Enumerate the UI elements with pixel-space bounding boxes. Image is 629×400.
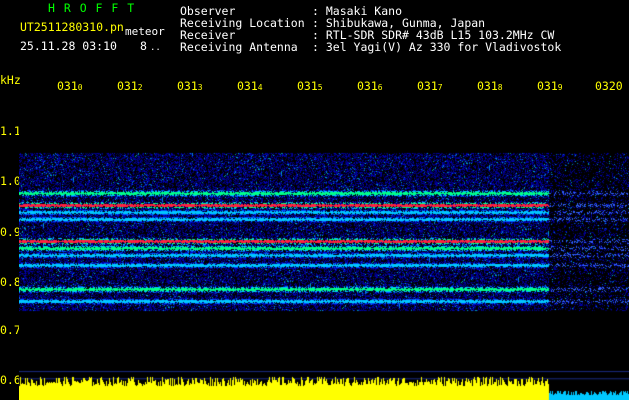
x-tick-0319: 0319: [537, 79, 563, 93]
y-tick-0-7: 0.7: [0, 323, 21, 337]
x-tick-0317: 0317: [417, 79, 443, 93]
x-tick-0310: 0310: [57, 79, 83, 93]
x-tick-0315: 0315: [297, 79, 323, 93]
antenna-label: Receiving Antenna: [180, 40, 298, 54]
y-tick-0-9: 0.9: [0, 225, 21, 239]
y-tick-1-0: 1.0: [0, 174, 21, 188]
x-tick-0316: 0316: [357, 79, 383, 93]
extra-label: 8: [140, 39, 147, 53]
y-tick-1-1: 1.1: [0, 124, 21, 138]
x-tick-0312: 0312: [117, 79, 143, 93]
datetime-label: 25.11.28 03:10: [20, 39, 117, 53]
antenna-value: : 3el Yagi(V) Az 330 for Vladivostok: [312, 40, 562, 54]
y-tick-0-8: 0.8: [0, 275, 21, 289]
filename-label: UT2511280310.pn: [20, 20, 124, 34]
station-title: H R O F F T: [48, 1, 136, 15]
x-tick-0320: 0320: [595, 79, 623, 93]
extra-dots: ..: [150, 43, 161, 53]
x-tick-0314: 0314: [237, 79, 263, 93]
y-tick-0-6: 0.6: [0, 373, 21, 387]
x-tick-0313: 0313: [177, 79, 203, 93]
mode-label: meteor: [125, 25, 165, 38]
y-unit-label: kHz: [0, 73, 21, 87]
hrofft-spectrogram-window: H R O F F T UT2511280310.pn meteor 25.11…: [0, 0, 629, 400]
spectrogram-plot: [19, 96, 629, 400]
x-tick-0318: 0318: [477, 79, 503, 93]
